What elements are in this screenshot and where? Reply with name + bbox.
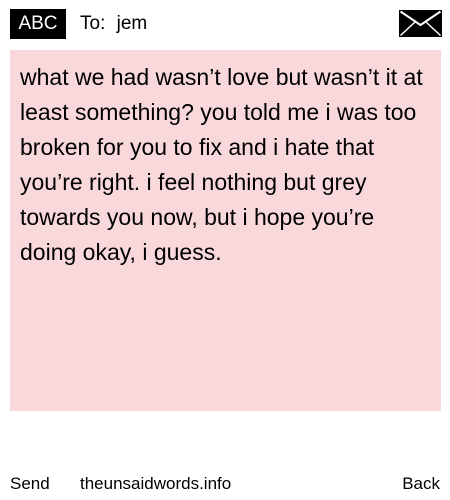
send-button[interactable]: Send (10, 470, 50, 498)
envelope-icon (399, 10, 442, 37)
header: ABC To: jem (0, 0, 450, 48)
message-text: what we had wasn’t love but wasn’t it at… (20, 64, 423, 265)
sms-compose-screen: ABC To: jem what we had wasn’t love but … (0, 0, 450, 500)
back-button[interactable]: Back (402, 470, 440, 498)
to-label: To: (80, 13, 106, 34)
recipient-name: jem (116, 13, 148, 34)
input-mode-indicator: ABC (10, 9, 66, 39)
message-textarea[interactable]: what we had wasn’t love but wasn’t it at… (10, 50, 441, 411)
site-watermark: theunsaidwords.info (80, 474, 232, 493)
softkey-bar: Send theunsaidwords.info Back (0, 470, 450, 498)
recipient-field[interactable]: To: jem (80, 10, 147, 38)
